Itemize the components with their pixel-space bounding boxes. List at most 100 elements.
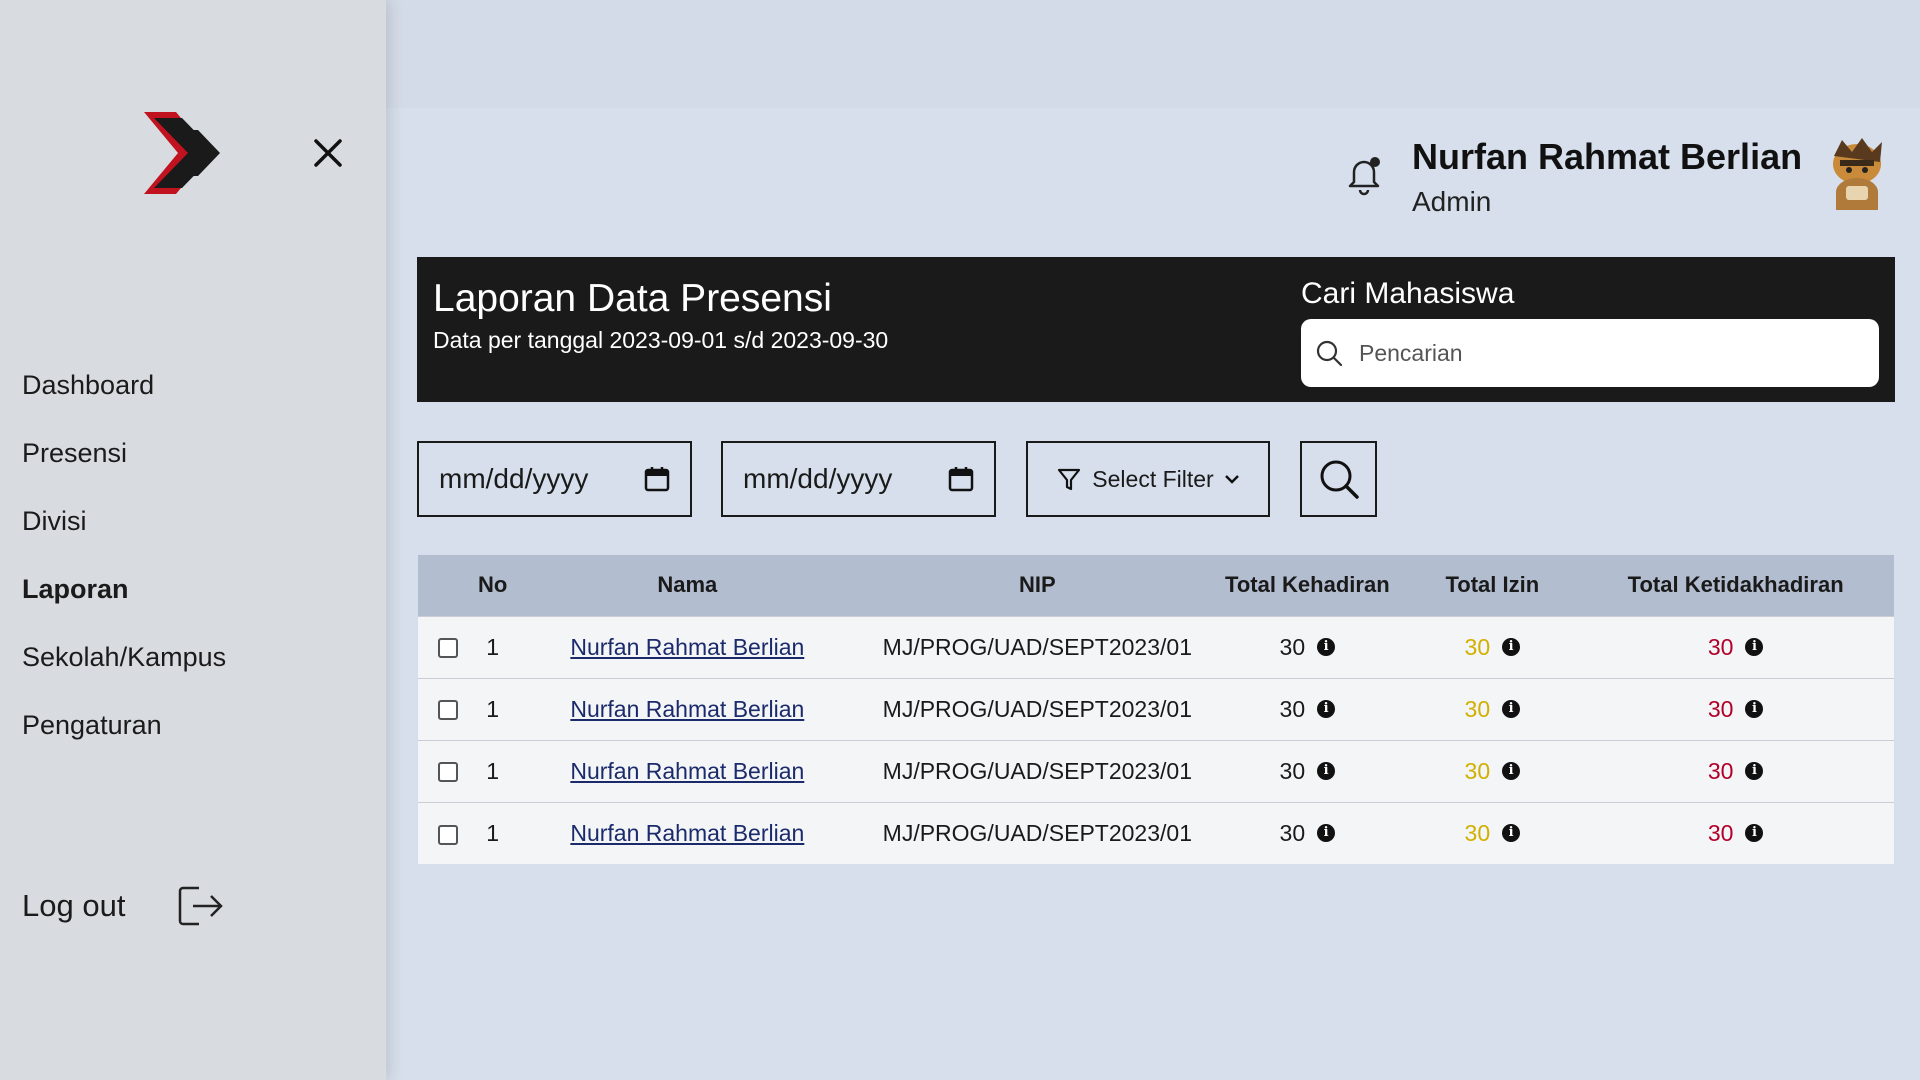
- chevron-down-icon: [1224, 475, 1239, 484]
- sidebar-item-presensi[interactable]: Presensi: [22, 430, 226, 498]
- avatar[interactable]: [1822, 134, 1892, 210]
- end-date-input[interactable]: mm/dd/yyyy: [721, 441, 996, 517]
- start-date-input[interactable]: mm/dd/yyyy: [417, 441, 692, 517]
- user-role: Admin: [1412, 186, 1492, 217]
- cell-nama: Nurfan Rahmat Berlian: [507, 678, 867, 740]
- sidebar-item-dashboard[interactable]: Dashboard: [22, 362, 226, 430]
- search-field[interactable]: [1301, 319, 1879, 387]
- column-header-total-izin: Total Izin: [1445, 572, 1540, 598]
- cell-nip: MJ/PROG/UAD/SEPT2023/01: [882, 819, 1192, 846]
- izin-value: 30: [1464, 695, 1491, 722]
- sidebar-item-laporan[interactable]: Laporan: [22, 566, 226, 634]
- ketidakhadiran-value: 30: [1707, 757, 1734, 784]
- sidebar: Dashboard Presensi Divisi Laporan Sekola…: [0, 0, 386, 1080]
- page-title: Laporan Data Presensi: [433, 277, 832, 320]
- row-select-cell: [418, 616, 478, 678]
- row-checkbox[interactable]: [438, 824, 458, 845]
- attendance-table: No Nama NIP Total Kehadiran Total Izin T…: [418, 555, 1894, 864]
- table-row: 1 Nurfan Rahmat Berlian MJ/PROG/UAD/SEPT…: [418, 616, 1894, 678]
- info-icon[interactable]: i: [1745, 700, 1764, 718]
- ketidakhadiran-value: 30: [1707, 819, 1734, 846]
- cell-nama: Nurfan Rahmat Berlian: [507, 740, 867, 802]
- row-checkbox[interactable]: [438, 700, 458, 721]
- table-row: 1 Nurfan Rahmat Berlian MJ/PROG/UAD/SEPT…: [418, 802, 1894, 864]
- search-input[interactable]: [1359, 339, 1859, 367]
- cell-nip: MJ/PROG/UAD/SEPT2023/01: [882, 633, 1192, 660]
- ketidakhadiran-value: 30: [1707, 633, 1734, 660]
- cell-ketidakhadiran: 30 i: [1577, 678, 1894, 740]
- ketidakhadiran-value: 30: [1707, 695, 1734, 722]
- sidebar-item-divisi[interactable]: Divisi: [22, 498, 226, 566]
- info-icon[interactable]: i: [1502, 700, 1521, 718]
- filter-icon: [1058, 468, 1081, 491]
- search-label: Cari Mahasiswa: [1301, 277, 1515, 310]
- row-checkbox[interactable]: [438, 638, 458, 659]
- izin-value: 30: [1464, 819, 1491, 846]
- info-icon[interactable]: i: [1317, 824, 1336, 843]
- row-checkbox[interactable]: [438, 762, 458, 783]
- cell-no: 1: [486, 757, 500, 784]
- izin-value: 30: [1464, 633, 1491, 660]
- search-icon: [1316, 340, 1343, 367]
- cell-nama: Nurfan Rahmat Berlian: [507, 616, 867, 678]
- sidebar-item-pengaturan[interactable]: Pengaturan: [22, 702, 226, 770]
- chevron-logo: [144, 112, 220, 194]
- top-strip: [386, 0, 1920, 108]
- table-row: 1 Nurfan Rahmat Berlian MJ/PROG/UAD/SEPT…: [418, 678, 1894, 740]
- cell-ketidakhadiran: 30 i: [1577, 616, 1894, 678]
- close-icon[interactable]: [308, 133, 348, 173]
- bell-icon[interactable]: [1344, 152, 1384, 196]
- select-filter-label: Select Filter: [1092, 465, 1214, 492]
- cell-kehadiran: 30 i: [1207, 616, 1407, 678]
- logout-icon: [179, 886, 224, 926]
- logout-label: Log out: [22, 888, 126, 923]
- cell-izin: 30 i: [1407, 616, 1577, 678]
- kehadiran-value: 30: [1279, 819, 1306, 846]
- name-link[interactable]: Nurfan Rahmat Berlian: [570, 696, 804, 722]
- sidebar-item-sekolah-kampus[interactable]: Sekolah/Kampus: [22, 634, 226, 702]
- calendar-icon[interactable]: [644, 466, 670, 492]
- cell-kehadiran: 30 i: [1207, 740, 1407, 802]
- cell-ketidakhadiran: 30 i: [1577, 802, 1894, 864]
- report-banner: Laporan Data Presensi Data per tanggal 2…: [417, 257, 1895, 402]
- info-icon[interactable]: i: [1745, 762, 1764, 780]
- select-column-header: [418, 555, 478, 616]
- sidebar-nav: Dashboard Presensi Divisi Laporan Sekola…: [22, 362, 226, 770]
- table-header-row: No Nama NIP Total Kehadiran Total Izin T…: [418, 555, 1894, 616]
- select-filter-dropdown[interactable]: Select Filter: [1026, 441, 1270, 517]
- info-icon[interactable]: i: [1317, 638, 1336, 656]
- cell-no: 1: [486, 819, 500, 846]
- column-header-total-kehadiran: Total Kehadiran: [1225, 572, 1390, 598]
- row-select-cell: [418, 740, 478, 802]
- cell-no: 1: [486, 633, 500, 660]
- logout-button[interactable]: Log out: [22, 884, 225, 928]
- name-link[interactable]: Nurfan Rahmat Berlian: [570, 758, 804, 784]
- cell-kehadiran: 30 i: [1207, 802, 1407, 864]
- cell-ketidakhadiran: 30 i: [1577, 740, 1894, 802]
- info-icon[interactable]: i: [1317, 762, 1336, 780]
- name-link[interactable]: Nurfan Rahmat Berlian: [570, 820, 804, 846]
- cell-no: 1: [486, 695, 500, 722]
- name-link[interactable]: Nurfan Rahmat Berlian: [570, 634, 804, 660]
- user-name: Nurfan Rahmat Berlian: [1412, 136, 1803, 177]
- column-header-no: No: [478, 572, 508, 598]
- column-header-nama: Nama: [657, 572, 718, 598]
- search-icon: [1320, 460, 1359, 499]
- end-date-placeholder: mm/dd/yyyy: [743, 463, 893, 494]
- row-select-cell: [418, 802, 478, 864]
- column-header-total-ketidakhadiran: Total Ketidakhadiran: [1627, 572, 1844, 598]
- cell-nip: MJ/PROG/UAD/SEPT2023/01: [882, 757, 1192, 784]
- info-icon[interactable]: i: [1502, 762, 1521, 780]
- row-select-cell: [418, 678, 478, 740]
- info-icon[interactable]: i: [1745, 824, 1764, 843]
- kehadiran-value: 30: [1279, 757, 1306, 784]
- cell-izin: 30 i: [1407, 740, 1577, 802]
- info-icon[interactable]: i: [1317, 700, 1336, 718]
- info-icon[interactable]: i: [1745, 638, 1764, 656]
- search-button[interactable]: [1300, 441, 1377, 517]
- info-icon[interactable]: i: [1502, 824, 1521, 843]
- cell-izin: 30 i: [1407, 678, 1577, 740]
- info-icon[interactable]: i: [1502, 638, 1521, 656]
- column-header-nip: NIP: [1018, 572, 1056, 598]
- calendar-icon[interactable]: [948, 466, 974, 492]
